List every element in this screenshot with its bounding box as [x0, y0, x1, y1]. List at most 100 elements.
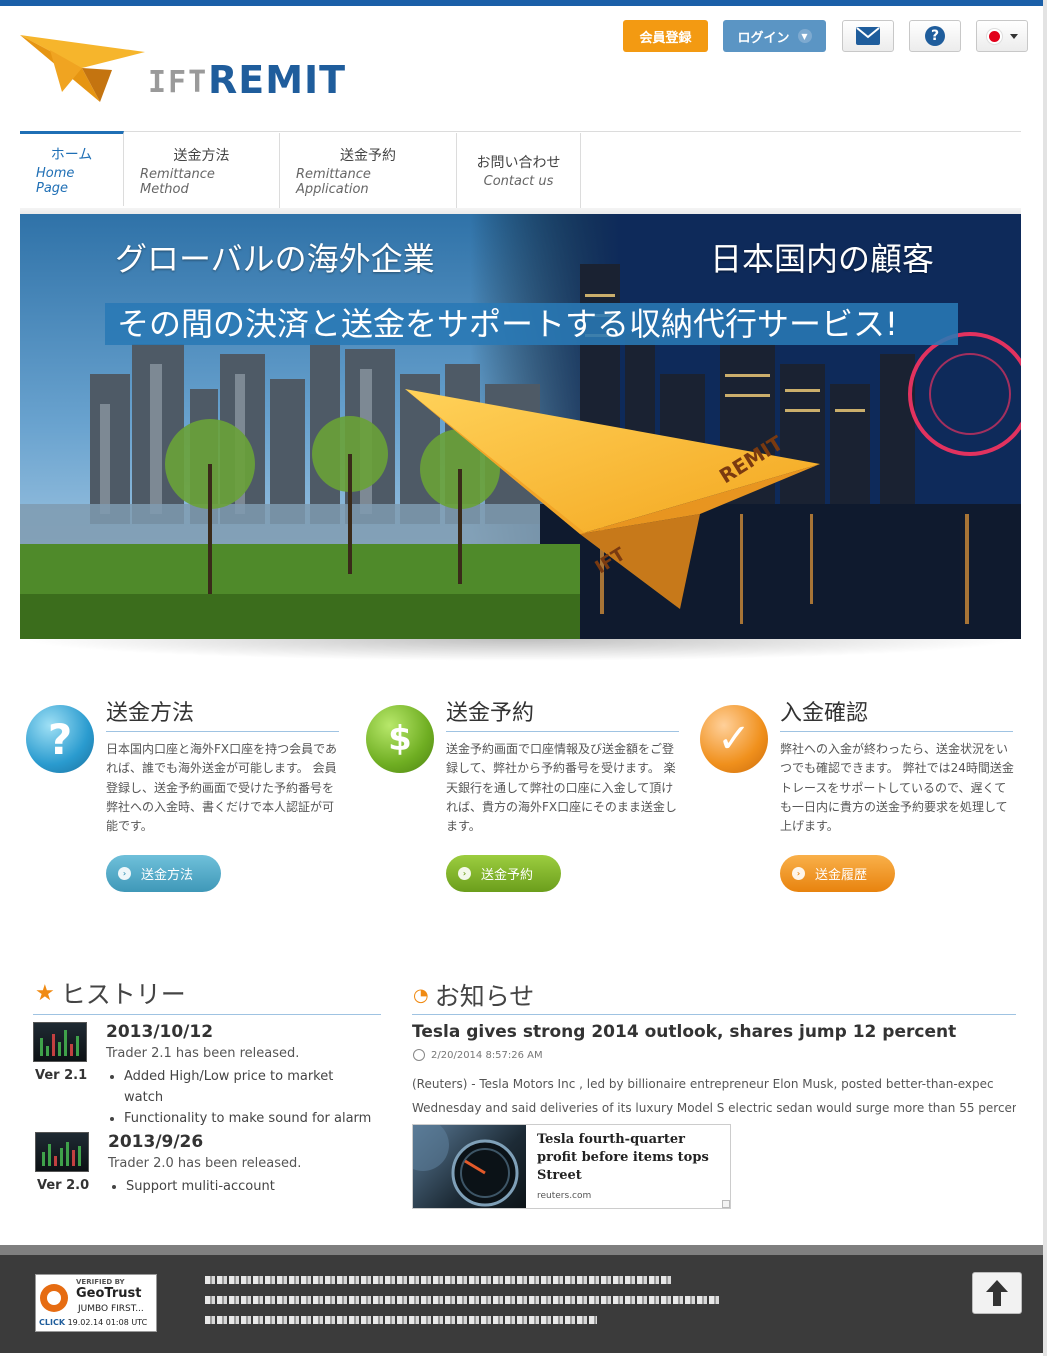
geotrust-click-text: CLICK — [39, 1318, 66, 1327]
logo-ift-text: IFT — [148, 65, 209, 100]
register-button[interactable]: 会員登録 — [623, 20, 708, 52]
feature-title: 送金予約 — [446, 695, 679, 732]
list-item: Support muliti-account — [126, 1176, 275, 1197]
nav-label-jp: ホーム — [50, 147, 93, 163]
history-version: Ver 2.0 — [37, 1178, 90, 1193]
history-heading: ★ ヒストリー — [35, 975, 186, 1011]
nav-label-en: Contact us — [483, 174, 554, 189]
trader-screenshot-thumbnail[interactable] — [35, 1132, 89, 1172]
caret-down-icon — [1009, 33, 1018, 39]
nav-label-en: Remittance Application — [296, 166, 371, 197]
nav-label-en: Remittance Method — [140, 166, 215, 197]
history-description: Trader 2.0 has been released. — [108, 1156, 302, 1171]
feature-text: 弊社への入金が終わったら、送金状況をいつでも確認できます。 弊社では24時間送金… — [780, 742, 1014, 834]
news-card-title: Tesla fourth-quarter profit before items… — [537, 1132, 709, 1183]
arrow-right-icon: › — [458, 867, 471, 880]
clock-icon — [413, 1049, 425, 1061]
remittance-history-button[interactable]: › 送金履歴 — [780, 855, 895, 892]
site-logo[interactable]: IFT REMIT — [20, 30, 345, 110]
trader-screenshot-thumbnail[interactable] — [33, 1022, 87, 1062]
feature-title: 送金方法 — [106, 695, 339, 732]
money-bag-icon: $ — [366, 705, 434, 773]
nav-item-home[interactable]: ホーム Home Page — [20, 131, 124, 206]
history-description: Trader 2.1 has been released. — [106, 1046, 300, 1061]
mail-button[interactable] — [842, 20, 894, 52]
expand-icon — [722, 1200, 730, 1208]
history-date: 2013/9/26 — [108, 1132, 204, 1152]
back-to-top-button[interactable] — [972, 1272, 1022, 1314]
nav-item-remittance-application[interactable]: 送金予約 Remittance Application — [280, 133, 457, 208]
footer-copyright-line — [205, 1316, 597, 1324]
geotrust-logo-icon — [40, 1284, 68, 1312]
arrow-up-icon — [986, 1280, 1008, 1306]
news-body-line: Wednesday and said deliveries of its lux… — [412, 1101, 1016, 1115]
nav-item-remittance-method[interactable]: 送金方法 Remittance Method — [124, 133, 280, 208]
history-date: 2013/10/12 — [106, 1022, 214, 1042]
remittance-method-button[interactable]: › 送金方法 — [106, 855, 221, 892]
news-timestamp: 2/20/2014 8:57:26 AM — [413, 1049, 543, 1061]
news-related-card[interactable]: Tesla fourth-quarter profit before items… — [412, 1124, 731, 1209]
banner-right-heading: 日本国内の顧客 — [710, 240, 935, 278]
geotrust-brand-text: GeoTrust — [76, 1286, 142, 1301]
banner-shadow — [20, 639, 1021, 661]
news-title: お知らせ — [434, 982, 535, 1011]
history-title: ヒストリー — [60, 980, 186, 1009]
hero-banner: REMIT IFT グローバルの海外企業 日本国内の顧客 その間の決済と送金をサ… — [20, 214, 1021, 639]
geotrust-stamp: CLICK 19.02.14 01:08 UTC — [39, 1318, 147, 1327]
history-bullets: Support muliti-account — [126, 1176, 275, 1197]
paper-plane-logo-icon — [20, 35, 145, 102]
list-item: Functionality to make sound for alarm — [124, 1108, 373, 1129]
button-label: 送金予約 — [481, 868, 534, 883]
top-accent-bar — [0, 0, 1047, 6]
nav-label-en: Home Page — [36, 166, 75, 196]
login-button[interactable]: ログイン ▼ — [723, 20, 826, 52]
news-time-text: 2/20/2014 8:57:26 AM — [431, 1049, 543, 1061]
japan-flag-icon — [986, 28, 1002, 44]
history-item: Ver 2.0 2013/9/26 Trader 2.0 has been re… — [35, 1132, 375, 1202]
footer-company-info — [205, 1276, 720, 1336]
history-version: Ver 2.1 — [35, 1068, 88, 1083]
geotrust-seal[interactable]: VERIFIED BY GeoTrust JUMBO FIRST... CLIC… — [35, 1274, 157, 1332]
banner-tagline: その間の決済と送金をサポートする収納代行サービス! — [105, 303, 958, 345]
news-card-source: reuters.com — [537, 1191, 592, 1201]
remittance-application-button[interactable]: › 送金予約 — [446, 855, 561, 892]
nav-label-jp: 送金方法 — [173, 147, 230, 164]
checkmark-icon: ✓ — [700, 705, 768, 773]
news-heading: ◔ お知らせ — [413, 977, 534, 1013]
rss-icon: ◔ — [413, 984, 429, 1006]
news-headline-link[interactable]: Tesla gives strong 2014 outlook, shares … — [412, 1022, 956, 1042]
list-item: Added High/Low price to market watch — [124, 1066, 373, 1108]
history-bullets: Added High/Low price to market watch Fun… — [124, 1066, 373, 1129]
arrow-right-icon: › — [118, 867, 131, 880]
nav-label-jp: 送金予約 — [340, 147, 396, 164]
dashboard-gauge-image — [413, 1125, 526, 1208]
logo-remit-text: REMIT — [208, 58, 347, 102]
question-icon: ? — [925, 26, 945, 46]
question-icon: ? — [26, 705, 94, 773]
help-button[interactable]: ? — [909, 20, 961, 52]
language-selector[interactable] — [976, 20, 1028, 52]
news-body: (Reuters) - Tesla Motors Inc , led by bi… — [412, 1072, 1016, 1120]
geotrust-stamp-text: 19.02.14 01:08 UTC — [67, 1318, 148, 1327]
arrow-right-icon: › — [792, 867, 805, 880]
page-edge — [1043, 0, 1047, 1356]
news-body-line: (Reuters) - Tesla Motors Inc , led by bi… — [412, 1077, 994, 1091]
chevron-down-icon: ▼ — [797, 29, 812, 43]
feature-title: 入金確認 — [780, 695, 1013, 732]
button-label: 送金方法 — [141, 868, 194, 883]
history-divider — [33, 1014, 381, 1015]
main-nav: ホーム Home Page 送金方法 Remittance Method 送金予… — [20, 131, 581, 208]
footer-address-line — [205, 1296, 720, 1304]
nav-top-divider — [20, 131, 1021, 132]
news-divider — [412, 1014, 1016, 1015]
envelope-icon — [856, 27, 880, 45]
feature-text: 送金予約画面で口座情報及び送金額をご登録して、弊社から予約番号を受けます。 楽天… — [446, 742, 677, 834]
geotrust-sub-text: JUMBO FIRST... — [78, 1304, 144, 1314]
feature-text: 日本国内口座と海外FX口座を持つ会員であれば、誰でも海外送金が可能します。 会員… — [106, 742, 338, 834]
footer-contact-line — [205, 1276, 673, 1284]
nav-item-contact[interactable]: お問い合わせ Contact us — [457, 133, 581, 208]
nav-label-jp: お問い合わせ — [476, 155, 561, 171]
banner-left-heading: グローバルの海外企業 — [115, 240, 435, 278]
history-item: Ver 2.1 2013/10/12 Trader 2.1 has been r… — [33, 1022, 373, 1126]
button-label: 送金履歴 — [815, 868, 868, 883]
